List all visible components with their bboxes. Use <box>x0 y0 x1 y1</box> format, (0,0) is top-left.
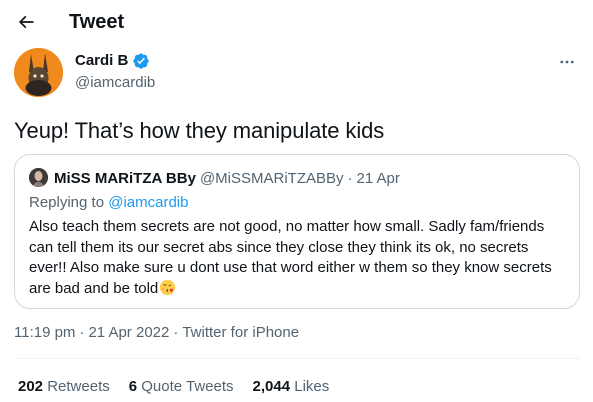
author-handle[interactable]: @iamcardib <box>75 73 155 92</box>
quote-tweets-count: 6 <box>128 378 138 395</box>
divider <box>14 358 580 359</box>
face-blowing-kiss-icon <box>159 279 176 296</box>
top-bar: Tweet <box>0 0 593 44</box>
avatar-image <box>14 48 63 97</box>
quoted-display-name: MiSS MARiTZA BBy <box>54 170 196 187</box>
retweets-label: Retweets <box>47 378 110 395</box>
more-options-button[interactable] <box>555 52 579 72</box>
page-title: Tweet <box>69 11 125 33</box>
tweet-meta: 11:19 pm · 21 Apr 2022 · Twitter for iPh… <box>14 324 299 342</box>
reply-prefix: Replying to <box>29 194 105 211</box>
quote-tweets-stat[interactable]: 6 Quote Tweets <box>129 378 234 396</box>
tweet-time[interactable]: 11:19 pm <box>14 324 75 342</box>
meta-separator: · <box>79 324 85 341</box>
quoted-date: 21 Apr <box>356 170 400 187</box>
likes-stat[interactable]: 2,044 Likes <box>253 378 330 396</box>
tweet-stats: 202 Retweets 6 Quote Tweets 2,044 Likes <box>18 378 329 396</box>
retweets-count: 202 <box>18 378 44 395</box>
quoted-tweet[interactable]: MiSS MARiTZA BBy @MiSSMARiTZABBy · 21 Ap… <box>14 154 580 309</box>
quoted-reply-context: Replying to @iamcardib <box>29 194 188 212</box>
quote-tweets-label: Quote Tweets <box>141 378 234 395</box>
back-button[interactable] <box>12 8 40 36</box>
retweets-stat[interactable]: 202 Retweets <box>18 378 110 396</box>
verified-badge-icon <box>132 52 150 70</box>
reply-to-link[interactable]: @iamcardib <box>108 194 188 211</box>
author-avatar[interactable] <box>14 48 63 97</box>
quoted-separator: · <box>347 170 353 187</box>
more-horizontal-icon <box>560 60 574 64</box>
likes-label: Likes <box>294 378 330 395</box>
author-display-name[interactable]: Cardi B <box>75 51 128 70</box>
quoted-author-avatar <box>29 168 48 187</box>
arrow-left-icon <box>18 15 34 29</box>
likes-count: 2,044 <box>252 378 291 395</box>
quoted-header: MiSS MARiTZA BBy @MiSSMARiTZABBy · 21 Ap… <box>54 170 400 188</box>
quoted-text-container: Also teach them secrets are not good, no… <box>29 217 569 299</box>
meta-separator-2: · <box>173 324 179 341</box>
quoted-text: Also teach them secrets are not good, no… <box>29 218 552 297</box>
tweet-source[interactable]: Twitter for iPhone <box>182 324 299 342</box>
quoted-handle: @MiSSMARiTZABBy <box>199 170 344 187</box>
tweet-date[interactable]: 21 Apr 2022 <box>88 324 169 342</box>
tweet-text: Yeup! That’s how they manipulate kids <box>14 118 385 143</box>
author-name-row: Cardi B <box>75 51 150 70</box>
